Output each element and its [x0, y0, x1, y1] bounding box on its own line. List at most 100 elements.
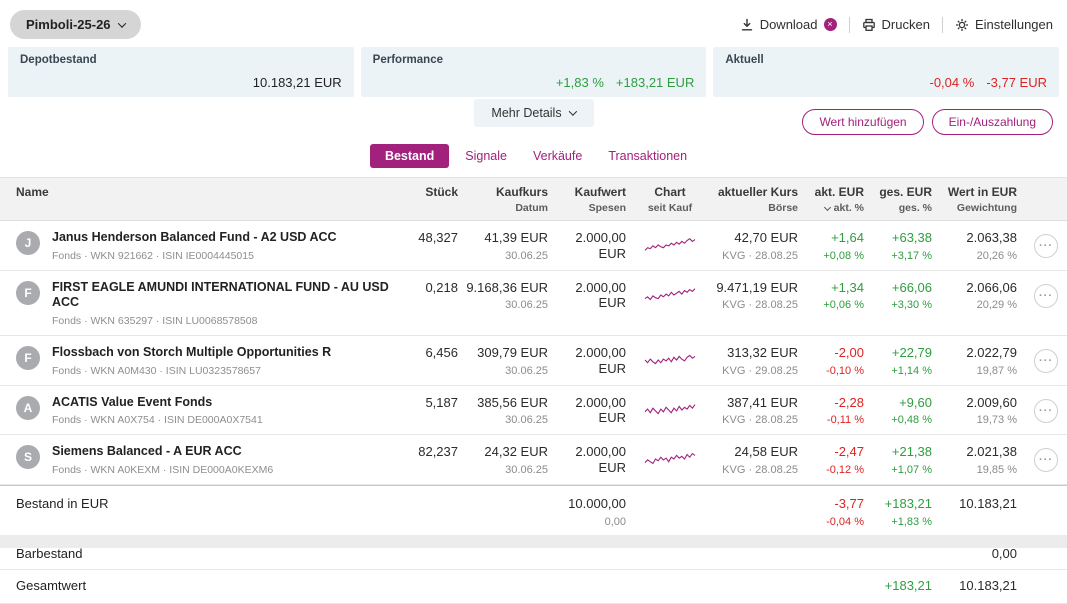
tab-bestand[interactable]: Bestand: [369, 144, 450, 168]
ges-pct-value: +3,30 %: [891, 299, 932, 312]
akt-pct-value: +0,08 %: [823, 249, 864, 262]
table-header: Name Stück Kaufkurs Datum Kaufwert Spese…: [0, 177, 1067, 221]
kauf-datum: 30.06.25: [505, 414, 548, 427]
boerse-value: KVG · 28.08.25: [722, 249, 798, 262]
stueck-value: 0,218: [425, 279, 458, 295]
total-row-bestand: Bestand in EUR 10.000,00 0,00 -3,77 -0,0…: [0, 485, 1067, 538]
tab-bar: Bestand Signale Verkäufe Transaktionen: [0, 143, 1067, 169]
tab-transaktionen[interactable]: Transaktionen: [598, 144, 697, 168]
aktueller-kurs-value: 313,32 EUR: [727, 344, 798, 360]
row-menu-button[interactable]: [1034, 448, 1058, 473]
stueck-value: 6,456: [425, 344, 458, 360]
sparkline-chart-icon[interactable]: [642, 347, 698, 373]
col-ges-eur: ges. EUR: [879, 185, 932, 199]
aktuell-percent: -0,04 %: [929, 75, 975, 90]
table-body: J Janus Henderson Balanced Fund - A2 USD…: [0, 221, 1067, 485]
performance-percent: +1,83 %: [555, 75, 604, 90]
barbestand-wert: 0,00: [991, 545, 1017, 561]
ein-auszahlung-button[interactable]: Ein-/Auszahlung: [931, 109, 1053, 135]
card-depotbestand: Depotbestand 10.183,21 EUR: [8, 47, 354, 97]
table-row[interactable]: A ACATIS Value Event Fonds Fonds · WKN A…: [0, 386, 1067, 436]
depot-page: Pimboli-25-26 Download × Drucken Einstel…: [0, 0, 1067, 604]
settings-label: Einstellungen: [974, 17, 1053, 32]
col-ges-pct: ges. %: [898, 202, 932, 214]
ges-pct-value: +1,07 %: [891, 463, 932, 476]
fund-name[interactable]: ACATIS Value Event Fonds: [52, 395, 263, 411]
table-row[interactable]: F Flossbach von Storch Multiple Opportun…: [0, 336, 1067, 386]
tab-verkaeufe[interactable]: Verkäufe: [523, 144, 592, 168]
kauf-datum: 30.06.25: [505, 249, 548, 262]
gesamt-wert: 10.183,21: [959, 578, 1017, 594]
row-menu-button[interactable]: [1034, 283, 1058, 308]
wert-hinzufuegen-button[interactable]: Wert hinzufügen: [802, 109, 924, 135]
kauf-datum: 30.06.25: [505, 463, 548, 476]
download-button[interactable]: Download: [740, 17, 837, 32]
table-row[interactable]: J Janus Henderson Balanced Fund - A2 USD…: [0, 221, 1067, 271]
total-label: Bestand in EUR: [16, 496, 109, 511]
card-label: Performance: [372, 54, 443, 66]
table-row[interactable]: F FIRST EAGLE AMUNDI INTERNATIONAL FUND …: [0, 271, 1067, 336]
ges-pct-value: +0,48 %: [891, 414, 932, 427]
fund-avatar: J: [16, 231, 40, 255]
ges-pct-value: +1,14 %: [891, 364, 932, 377]
settings-button[interactable]: Einstellungen: [955, 17, 1053, 32]
boerse-value: KVG · 28.08.25: [722, 414, 798, 427]
akt-pct-value: -0,12 %: [826, 463, 864, 476]
sparkline-chart-icon[interactable]: [642, 232, 698, 258]
fund-avatar: F: [16, 345, 40, 370]
wert-value: 2.066,06: [966, 279, 1017, 295]
kaufkurs-value: 309,79 EUR: [477, 344, 548, 360]
table-row[interactable]: S Siemens Balanced - A EUR ACC Fonds · W…: [0, 435, 1067, 485]
akt-eur-value: +1,64: [831, 230, 864, 245]
print-button[interactable]: Drucken: [862, 17, 930, 32]
akt-eur-value: -2,28: [834, 394, 864, 410]
sparkline-chart-icon[interactable]: [642, 446, 698, 472]
akt-eur-value: -2,47: [834, 444, 864, 460]
col-akt-eur-sort[interactable]: akt. EUR akt. %: [806, 185, 872, 214]
sparkline-chart-icon[interactable]: [642, 397, 698, 423]
kaufwert-value: 2.000,00 EUR: [575, 279, 626, 311]
row-menu-button[interactable]: [1034, 398, 1058, 423]
fund-meta: Fonds · WKN A0X754 · ISIN DE000A0X7541: [52, 414, 263, 427]
col-datum: Datum: [515, 202, 548, 214]
depotbestand-value: 10.183,21 EUR: [252, 75, 342, 90]
akt-pct-value: -0,10 %: [826, 364, 864, 377]
tab-signale[interactable]: Signale: [455, 144, 517, 168]
akt-eur-value: +1,34: [831, 279, 864, 295]
fund-name[interactable]: Janus Henderson Balanced Fund - A2 USD A…: [52, 230, 337, 246]
print-label: Drucken: [881, 17, 930, 32]
stueck-value: 5,187: [425, 394, 458, 410]
ges-eur-value: +9,60: [899, 394, 932, 410]
col-wert: Wert in EUR: [947, 185, 1017, 199]
download-icon: [741, 18, 752, 30]
row-menu-button[interactable]: [1034, 234, 1058, 258]
col-name: Name: [16, 185, 49, 199]
aktuell-eur: -3,77 EUR: [986, 75, 1048, 90]
fund-avatar: S: [16, 445, 40, 470]
fund-name[interactable]: Siemens Balanced - A EUR ACC: [52, 444, 273, 460]
col-boerse: Börse: [768, 202, 798, 214]
divider: [941, 16, 943, 33]
fund-name[interactable]: Flossbach von Storch Multiple Opportunit…: [52, 345, 331, 361]
chevron-down-icon: [117, 18, 126, 28]
divider: [848, 16, 850, 33]
col-aktueller-kurs: aktueller Kurs: [717, 185, 798, 199]
ges-eur-value: +63,38: [891, 230, 932, 245]
card-label: Aktuell: [725, 54, 764, 66]
mehr-details-label: Mehr Details: [491, 106, 562, 120]
performance-eur: +183,21 EUR: [615, 75, 695, 90]
portfolio-selector[interactable]: Pimboli-25-26: [10, 10, 141, 39]
wert-value: 2.063,38: [966, 230, 1017, 245]
gewichtung-value: 19,85 %: [976, 463, 1017, 476]
wert-value: 2.021,38: [966, 444, 1017, 460]
row-menu-button[interactable]: [1034, 348, 1058, 373]
mehr-details-button[interactable]: Mehr Details: [473, 99, 594, 127]
chevron-down-icon: [568, 107, 577, 116]
gewichtung-value: 19,73 %: [976, 414, 1017, 427]
akt-pct-value: +0,06 %: [823, 299, 864, 312]
download-badge-icon: [823, 18, 837, 31]
sparkline-chart-icon[interactable]: [642, 282, 698, 308]
fund-name[interactable]: FIRST EAGLE AMUNDI INTERNATIONAL FUND - …: [52, 280, 396, 311]
col-gewichtung: Gewichtung: [956, 202, 1017, 214]
gewichtung-value: 19,87 %: [976, 364, 1017, 377]
